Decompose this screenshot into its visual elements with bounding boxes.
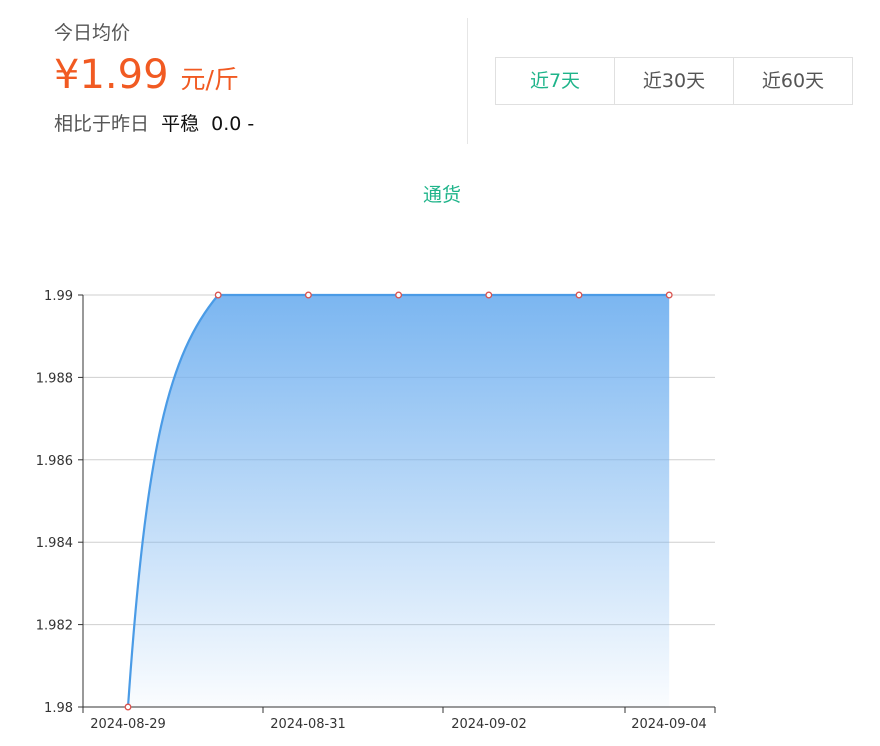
x-tick-label: 2024-08-31 [270, 717, 346, 732]
y-tick-label: 1.982 [36, 619, 73, 634]
x-tick-label: 2024-08-29 [90, 717, 166, 732]
series-area [128, 295, 670, 707]
data-point [304, 291, 312, 299]
y-tick-label: 1.986 [36, 454, 73, 469]
data-point [395, 291, 403, 299]
y-tick-label: 1.98 [44, 701, 73, 716]
y-tick-label: 1.99 [44, 289, 73, 304]
x-tick-label: 2024-09-04 [631, 717, 707, 732]
data-point [665, 291, 673, 299]
y-tick-label: 1.984 [36, 536, 73, 551]
x-tick-label: 2024-09-02 [451, 717, 527, 732]
data-point [485, 291, 493, 299]
data-point [124, 703, 132, 711]
price-chart: 1.98 1.982 1.984 1.986 1.988 1.99 2024-08-29 20… [36, 289, 716, 732]
y-tick-label: 1.988 [36, 371, 73, 386]
data-point [214, 291, 222, 299]
data-point [575, 291, 583, 299]
